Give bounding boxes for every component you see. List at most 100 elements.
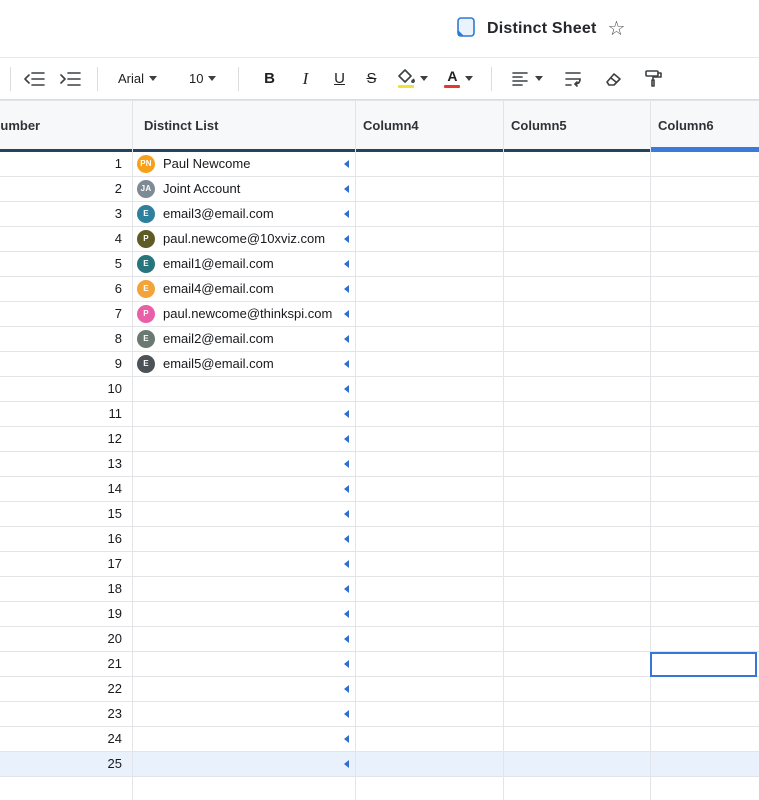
cell-indicator-triangle-icon[interactable] xyxy=(344,410,349,418)
distinct-list-cell[interactable] xyxy=(132,552,355,576)
distinct-list-cell[interactable] xyxy=(132,377,355,401)
row-number-cell[interactable]: 23 xyxy=(0,702,132,726)
column-divider[interactable] xyxy=(355,100,356,800)
cell-indicator-triangle-icon[interactable] xyxy=(344,535,349,543)
distinct-list-cell[interactable] xyxy=(132,752,355,776)
column-header-column4[interactable]: Column4 xyxy=(355,101,503,150)
cell-indicator-triangle-icon[interactable] xyxy=(344,610,349,618)
row-number-cell[interactable]: 24 xyxy=(0,727,132,751)
row-number-cell[interactable]: 14 xyxy=(0,477,132,501)
distinct-list-cell[interactable] xyxy=(132,702,355,726)
row-number-cell[interactable]: 25 xyxy=(0,752,132,776)
row-number-cell[interactable]: 18 xyxy=(0,577,132,601)
distinct-list-cell[interactable]: Eemail5@email.com xyxy=(132,352,355,376)
cell-indicator-triangle-icon[interactable] xyxy=(344,710,349,718)
column-header-column6[interactable]: Column6 xyxy=(650,101,759,150)
row-number-cell[interactable]: 16 xyxy=(0,527,132,551)
distinct-list-cell[interactable]: Eemail1@email.com xyxy=(132,252,355,276)
wrap-text-button[interactable] xyxy=(563,70,583,88)
cell-indicator-triangle-icon[interactable] xyxy=(344,185,349,193)
distinct-list-cell[interactable] xyxy=(132,427,355,451)
row-number-cell[interactable]: 2 xyxy=(0,177,132,201)
cell-indicator-triangle-icon[interactable] xyxy=(344,485,349,493)
distinct-list-cell[interactable] xyxy=(132,477,355,501)
distinct-list-cell[interactable]: Eemail4@email.com xyxy=(132,277,355,301)
format-painter-button[interactable] xyxy=(643,69,663,88)
cell-indicator-triangle-icon[interactable] xyxy=(344,460,349,468)
row-number-cell[interactable]: 6 xyxy=(0,277,132,301)
cell-indicator-triangle-icon[interactable] xyxy=(344,760,349,768)
row-number-cell[interactable]: 11 xyxy=(0,402,132,426)
outdent-button[interactable] xyxy=(24,70,46,88)
distinct-list-cell[interactable]: Ppaul.newcome@thinkspi.com xyxy=(132,302,355,326)
cell-indicator-triangle-icon[interactable] xyxy=(344,510,349,518)
column-divider[interactable] xyxy=(503,100,504,800)
row-number-cell[interactable]: 22 xyxy=(0,677,132,701)
row-number-cell[interactable]: 3 xyxy=(0,202,132,226)
distinct-list-cell[interactable] xyxy=(132,627,355,651)
distinct-list-cell[interactable] xyxy=(132,602,355,626)
cell-indicator-triangle-icon[interactable] xyxy=(344,635,349,643)
cell-indicator-triangle-icon[interactable] xyxy=(344,160,349,168)
distinct-list-cell[interactable] xyxy=(132,577,355,601)
row-number-cell[interactable]: 7 xyxy=(0,302,132,326)
distinct-list-cell[interactable] xyxy=(132,652,355,676)
cell-indicator-triangle-icon[interactable] xyxy=(344,435,349,443)
cell-indicator-triangle-icon[interactable] xyxy=(344,735,349,743)
cell-indicator-triangle-icon[interactable] xyxy=(344,310,349,318)
distinct-list-cell[interactable]: Eemail3@email.com xyxy=(132,202,355,226)
text-color-button[interactable]: A xyxy=(444,69,474,88)
row-number-cell[interactable]: 19 xyxy=(0,602,132,626)
row-number-cell[interactable]: 8 xyxy=(0,327,132,351)
distinct-list-cell[interactable]: JA Joint Account xyxy=(132,177,355,201)
cell-indicator-triangle-icon[interactable] xyxy=(344,360,349,368)
cell-indicator-triangle-icon[interactable] xyxy=(344,235,349,243)
distinct-list-cell[interactable] xyxy=(132,402,355,426)
row-number-cell[interactable]: 12 xyxy=(0,427,132,451)
row-number-cell[interactable]: 10 xyxy=(0,377,132,401)
strikethrough-button[interactable]: S xyxy=(363,70,379,87)
distinct-list-cell[interactable] xyxy=(132,452,355,476)
italic-button[interactable]: I xyxy=(297,69,313,89)
page-title[interactable]: Distinct Sheet xyxy=(487,20,597,38)
indent-button[interactable] xyxy=(60,70,82,88)
column-header-column5[interactable]: Column5 xyxy=(503,101,650,150)
row-number-cell[interactable]: 13 xyxy=(0,452,132,476)
row-number-cell[interactable]: 9 xyxy=(0,352,132,376)
bold-button[interactable]: B xyxy=(261,70,277,87)
font-size-dropdown[interactable]: 10 xyxy=(189,71,217,86)
distinct-list-cell[interactable]: PN Paul Newcome xyxy=(132,152,355,176)
active-cell-outline[interactable] xyxy=(650,652,757,677)
distinct-list-cell[interactable] xyxy=(132,677,355,701)
distinct-list-cell[interactable] xyxy=(132,502,355,526)
row-number-cell[interactable]: 15 xyxy=(0,502,132,526)
font-family-dropdown[interactable]: Arial xyxy=(118,71,158,86)
cell-indicator-triangle-icon[interactable] xyxy=(344,585,349,593)
column-header-distinct-list[interactable]: Distinct List xyxy=(132,101,355,150)
distinct-list-cell[interactable] xyxy=(132,727,355,751)
clear-formatting-button[interactable] xyxy=(603,70,623,88)
cell-indicator-triangle-icon[interactable] xyxy=(344,385,349,393)
distinct-list-cell[interactable]: Eemail2@email.com xyxy=(132,327,355,351)
column-divider[interactable] xyxy=(132,100,133,800)
row-number-cell[interactable]: 1 xyxy=(0,152,132,176)
cell-indicator-triangle-icon[interactable] xyxy=(344,285,349,293)
align-dropdown[interactable] xyxy=(510,70,544,88)
row-number-cell[interactable]: 21 xyxy=(0,652,132,676)
column-divider[interactable] xyxy=(650,100,651,800)
row-number-cell[interactable]: 20 xyxy=(0,627,132,651)
fill-color-button[interactable] xyxy=(397,69,429,88)
cell-indicator-triangle-icon[interactable] xyxy=(344,685,349,693)
row-number-cell[interactable]: 5 xyxy=(0,252,132,276)
cell-indicator-triangle-icon[interactable] xyxy=(344,210,349,218)
cell-indicator-triangle-icon[interactable] xyxy=(344,335,349,343)
cell-indicator-triangle-icon[interactable] xyxy=(344,560,349,568)
column-header-number[interactable]: Number xyxy=(0,101,132,150)
underline-button[interactable]: U xyxy=(331,70,347,87)
distinct-list-cell[interactable]: Ppaul.newcome@10xviz.com xyxy=(132,227,355,251)
row-number-cell[interactable]: 4 xyxy=(0,227,132,251)
cell-indicator-triangle-icon[interactable] xyxy=(344,660,349,668)
favorite-star-icon[interactable]: ☆ xyxy=(608,19,626,39)
distinct-list-cell[interactable] xyxy=(132,527,355,551)
cell-indicator-triangle-icon[interactable] xyxy=(344,260,349,268)
